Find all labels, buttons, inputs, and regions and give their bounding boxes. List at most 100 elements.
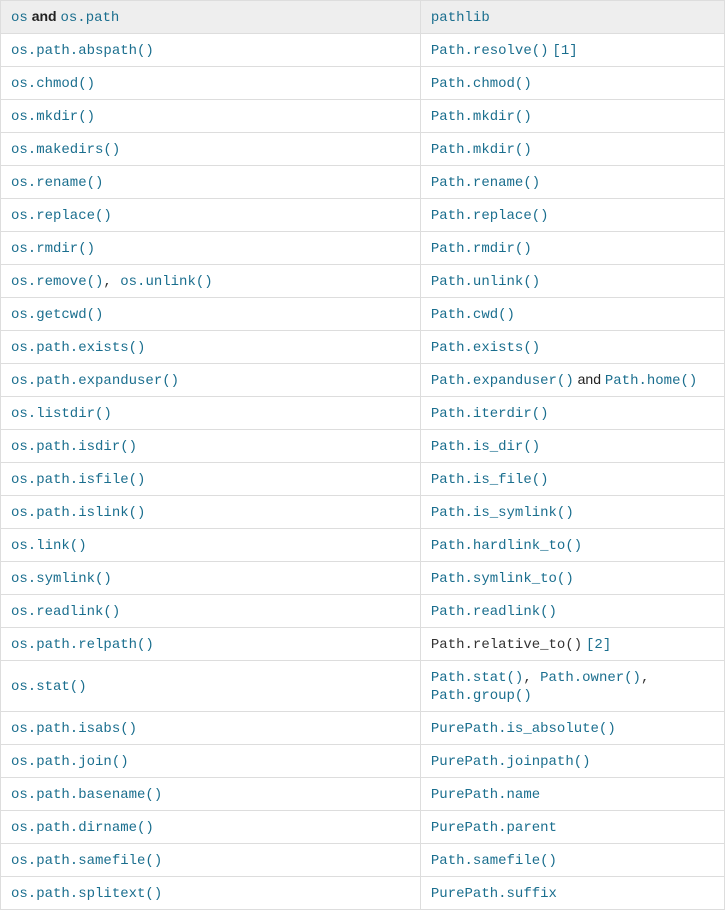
cell-pathlib: Path.iterdir() xyxy=(420,397,724,430)
table-row: os.symlink() Path.symlink_to() xyxy=(1,562,725,595)
api-link[interactable]: Path.replace() xyxy=(431,208,549,224)
cell-os: os.symlink() xyxy=(1,562,421,595)
cell-pathlib: Path.is_dir() xyxy=(420,430,724,463)
api-link[interactable]: os.symlink() xyxy=(11,571,112,587)
api-link[interactable]: Path.samefile() xyxy=(431,853,557,869)
api-link[interactable]: os.path.exists() xyxy=(11,340,145,356)
cell-pathlib: Path.exists() xyxy=(420,331,724,364)
api-link[interactable]: os.path.splitext() xyxy=(11,886,162,902)
table-row: os.makedirs() Path.mkdir() xyxy=(1,133,725,166)
cell-os: os.path.splitext() xyxy=(1,877,421,910)
api-link[interactable]: os.rename() xyxy=(11,175,103,191)
cell-pathlib: Path.is_file() xyxy=(420,463,724,496)
api-link[interactable]: os.path.islink() xyxy=(11,505,145,521)
cell-os: os.readlink() xyxy=(1,595,421,628)
cell-pathlib: Path.rename() xyxy=(420,166,724,199)
api-link[interactable]: os.path.relpath() xyxy=(11,637,154,653)
api-link[interactable]: os.remove() xyxy=(11,274,103,290)
api-link[interactable]: Path.rmdir() xyxy=(431,241,532,257)
header-sep: and xyxy=(32,8,61,24)
table-row: os.path.join() PurePath.joinpath() xyxy=(1,745,725,778)
api-link[interactable]: os.listdir() xyxy=(11,406,112,422)
api-link[interactable]: os.path.isabs() xyxy=(11,721,137,737)
api-link[interactable]: Path.expanduser() xyxy=(431,373,574,389)
table-row: os.replace() Path.replace() xyxy=(1,199,725,232)
api-link[interactable]: Path.mkdir() xyxy=(431,109,532,125)
api-link[interactable]: Path.is_dir() xyxy=(431,439,540,455)
table-row: os.link() Path.hardlink_to() xyxy=(1,529,725,562)
table-header-row: os and os.path pathlib xyxy=(1,1,725,34)
api-link[interactable]: Path.group() xyxy=(431,688,532,704)
api-link[interactable]: Path.iterdir() xyxy=(431,406,549,422)
api-link[interactable]: os.rmdir() xyxy=(11,241,95,257)
header-os-link[interactable]: os xyxy=(11,10,28,26)
api-link[interactable]: os.getcwd() xyxy=(11,307,103,323)
api-link[interactable]: Path.exists() xyxy=(431,340,540,356)
table-row: os.path.abspath() Path.resolve() [1] xyxy=(1,34,725,67)
cell-pathlib: Path.rmdir() xyxy=(420,232,724,265)
api-link[interactable]: os.readlink() xyxy=(11,604,120,620)
api-link[interactable]: Path.rename() xyxy=(431,175,540,191)
cell-os: os.path.join() xyxy=(1,745,421,778)
api-link[interactable]: Path.owner() xyxy=(540,670,641,686)
cell-os: os.path.exists() xyxy=(1,331,421,364)
api-link[interactable]: Path.home() xyxy=(605,373,697,389)
cell-pathlib: Path.hardlink_to() xyxy=(420,529,724,562)
api-link[interactable]: os.link() xyxy=(11,538,87,554)
api-link[interactable]: os.unlink() xyxy=(120,274,212,290)
table-row: os.rename() Path.rename() xyxy=(1,166,725,199)
table-row: os.path.relpath()Path.relative_to() [2] xyxy=(1,628,725,661)
api-link[interactable]: [1] xyxy=(552,43,577,59)
api-link[interactable]: Path.readlink() xyxy=(431,604,557,620)
api-link[interactable]: PurePath.suffix xyxy=(431,886,557,902)
api-link[interactable]: Path.mkdir() xyxy=(431,142,532,158)
cell-pathlib: Path.symlink_to() xyxy=(420,562,724,595)
api-link[interactable]: os.mkdir() xyxy=(11,109,95,125)
api-link[interactable]: os.replace() xyxy=(11,208,112,224)
api-link[interactable]: os.path.isdir() xyxy=(11,439,137,455)
api-link[interactable]: Path.is_file() xyxy=(431,472,549,488)
cell-os: os.chmod() xyxy=(1,67,421,100)
table-row: os.path.isabs() PurePath.is_absolute() xyxy=(1,712,725,745)
api-link[interactable]: Path.is_symlink() xyxy=(431,505,574,521)
table-row: os.listdir() Path.iterdir() xyxy=(1,397,725,430)
cell-pathlib: Path.cwd() xyxy=(420,298,724,331)
api-link[interactable]: os.path.dirname() xyxy=(11,820,154,836)
comparison-table: os and os.path pathlib os.path.abspath()… xyxy=(0,0,725,910)
header-ospath-link[interactable]: os.path xyxy=(60,10,119,26)
table-row: os.rmdir() Path.rmdir() xyxy=(1,232,725,265)
api-link[interactable]: Path.chmod() xyxy=(431,76,532,92)
api-link[interactable]: PurePath.is_absolute() xyxy=(431,721,616,737)
cell-pathlib: Path.readlink() xyxy=(420,595,724,628)
api-link[interactable]: Path.hardlink_to() xyxy=(431,538,582,554)
api-link[interactable]: Path.unlink() xyxy=(431,274,540,290)
api-link[interactable]: os.path.basename() xyxy=(11,787,162,803)
api-link[interactable]: os.path.samefile() xyxy=(11,853,162,869)
api-link[interactable]: os.chmod() xyxy=(11,76,95,92)
api-link[interactable]: os.path.expanduser() xyxy=(11,373,179,389)
api-link[interactable]: os.stat() xyxy=(11,679,87,695)
sep-text: , xyxy=(103,274,120,290)
cell-os: os.path.islink() xyxy=(1,496,421,529)
api-link[interactable]: os.path.abspath() xyxy=(11,43,154,59)
sep-text: , xyxy=(641,670,649,686)
api-link[interactable]: [2] xyxy=(586,637,611,653)
api-link[interactable]: os.path.isfile() xyxy=(11,472,145,488)
table-row: os.readlink() Path.readlink() xyxy=(1,595,725,628)
api-link[interactable]: PurePath.parent xyxy=(431,820,557,836)
cell-pathlib: Path.resolve() [1] xyxy=(420,34,724,67)
api-link[interactable]: PurePath.joinpath() xyxy=(431,754,591,770)
table-row: os.stat()Path.stat(), Path.owner(), Path… xyxy=(1,661,725,712)
api-link[interactable]: Path.cwd() xyxy=(431,307,515,323)
table-row: os.path.dirname() PurePath.parent xyxy=(1,811,725,844)
cell-os: os.path.isdir() xyxy=(1,430,421,463)
cell-os: os.link() xyxy=(1,529,421,562)
api-link[interactable]: os.path.join() xyxy=(11,754,129,770)
cell-pathlib: Path.unlink() xyxy=(420,265,724,298)
api-link[interactable]: Path.resolve() xyxy=(431,43,549,59)
api-link[interactable]: Path.symlink_to() xyxy=(431,571,574,587)
api-link[interactable]: os.makedirs() xyxy=(11,142,120,158)
header-pathlib-link[interactable]: pathlib xyxy=(431,10,490,26)
api-link[interactable]: PurePath.name xyxy=(431,787,540,803)
api-link[interactable]: Path.stat() xyxy=(431,670,523,686)
